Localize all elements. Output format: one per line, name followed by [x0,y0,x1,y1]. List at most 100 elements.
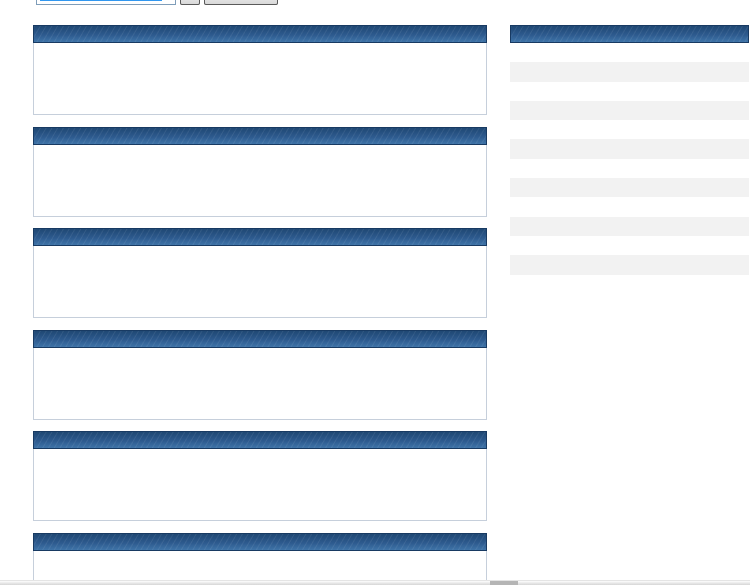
section-email [33,228,487,318]
account-information-header [510,25,749,43]
create-new-button[interactable] [204,0,278,5]
item-label [215,183,305,211]
item-label [34,284,124,312]
row-label [510,43,603,62]
item-label [124,487,214,515]
item-domain-tools[interactable] [305,145,395,216]
horizontal-scrollbar[interactable] [0,580,750,585]
account-information-panel [510,25,749,294]
item-more-email-services[interactable] [396,246,486,317]
item-1-click-database-restore[interactable] [124,348,214,419]
section-domains [33,127,487,217]
item-change-account-password[interactable] [305,43,395,114]
section-body-main-menu [33,43,487,115]
item-label [305,81,395,109]
item-file-manager[interactable] [124,449,214,520]
item-backups[interactable] [396,449,486,520]
item-label [124,81,214,109]
item-view-account-details[interactable] [34,43,124,114]
ftp-server-icon [63,454,95,486]
item-addon-domains[interactable] [215,145,305,216]
item-getting-started-information[interactable] [124,43,214,114]
item-label [396,81,486,109]
website-stats-chart-icon [334,353,366,385]
row-label [510,178,603,197]
item-upgrade-account[interactable] [396,43,486,114]
domain-tools-gears-icon [334,150,366,182]
account-row-server-name [510,159,749,178]
item-label [215,81,305,109]
row-label [510,139,603,158]
row-label [510,82,603,101]
domain-select-input[interactable] [36,0,176,5]
row-label [510,159,603,178]
getting-started-info-icon [154,48,186,80]
account-row-home-root [510,139,749,158]
section-header-files [33,431,487,449]
section-header-main-menu [33,25,487,43]
row-label [510,236,603,255]
item-label [396,487,486,515]
item-disk-space-usage[interactable] [305,449,395,520]
item-label [215,487,305,515]
row-label [510,255,603,274]
folder-documents-icon [244,454,276,486]
item-label [34,487,124,515]
addon-domains-network-icon [244,150,276,182]
view-account-details-icon [63,48,95,80]
email-forward-envelope-icon [244,251,276,283]
faq-icon [244,48,276,80]
item-label [305,386,395,414]
account-information-rows [510,43,749,294]
item-1-click-website-restore[interactable] [34,348,124,419]
item-stats-tracking-code[interactable] [396,348,486,419]
mx-record-server-icon [334,251,366,283]
section-header-software-services [33,533,487,551]
item-view-ftp-details[interactable] [34,449,124,520]
item-website-stats[interactable] [305,348,395,419]
scrollbar-thumb[interactable] [490,581,518,585]
item-label [124,183,214,211]
item-website-promotion-guide[interactable] [396,145,486,216]
item-another-file-manager[interactable] [215,449,305,520]
item-frequency-asked-questions[interactable] [215,43,305,114]
account-row-apache-version [510,197,749,216]
selected-text-highlight [40,0,162,1]
item-label [124,386,214,414]
row-label [510,101,603,120]
section-header-useful-stuff [33,330,487,348]
item-label [305,183,395,211]
account-row-ip-address [510,178,749,197]
upgrade-ribbon-icon [425,48,457,80]
item-modify-mx-record[interactable] [305,246,395,317]
website-promotion-arrow-icon [425,150,457,182]
section-body-domains [33,145,487,217]
go-button[interactable] [180,0,200,5]
item-label [215,386,305,414]
item-label [34,183,124,211]
item-webmail[interactable] [124,246,214,317]
account-row-password [510,82,749,101]
item-parked-domains[interactable] [124,145,214,216]
item-manage-email-accounts[interactable] [34,246,124,317]
item-label [124,284,214,312]
webmail-book-icon [154,251,186,283]
item-label [396,284,486,312]
section-files [33,431,487,521]
item-label [396,386,486,414]
item-label [34,81,124,109]
email-services-flowchart-icon [425,251,457,283]
row-label [510,275,603,294]
website-restore-box-icon [63,353,95,385]
section-header-domains [33,127,487,145]
item-label [215,284,305,312]
item-subdomains[interactable] [34,145,124,216]
account-row-status [510,275,749,294]
website-templates-star-icon [244,353,276,385]
file-manager-box-icon [154,454,186,486]
item-website-templates[interactable] [215,348,305,419]
section-header-email [33,228,487,246]
section-main-menu [33,25,487,115]
item-email-forwarders[interactable] [215,246,305,317]
account-row-domain [510,43,749,62]
